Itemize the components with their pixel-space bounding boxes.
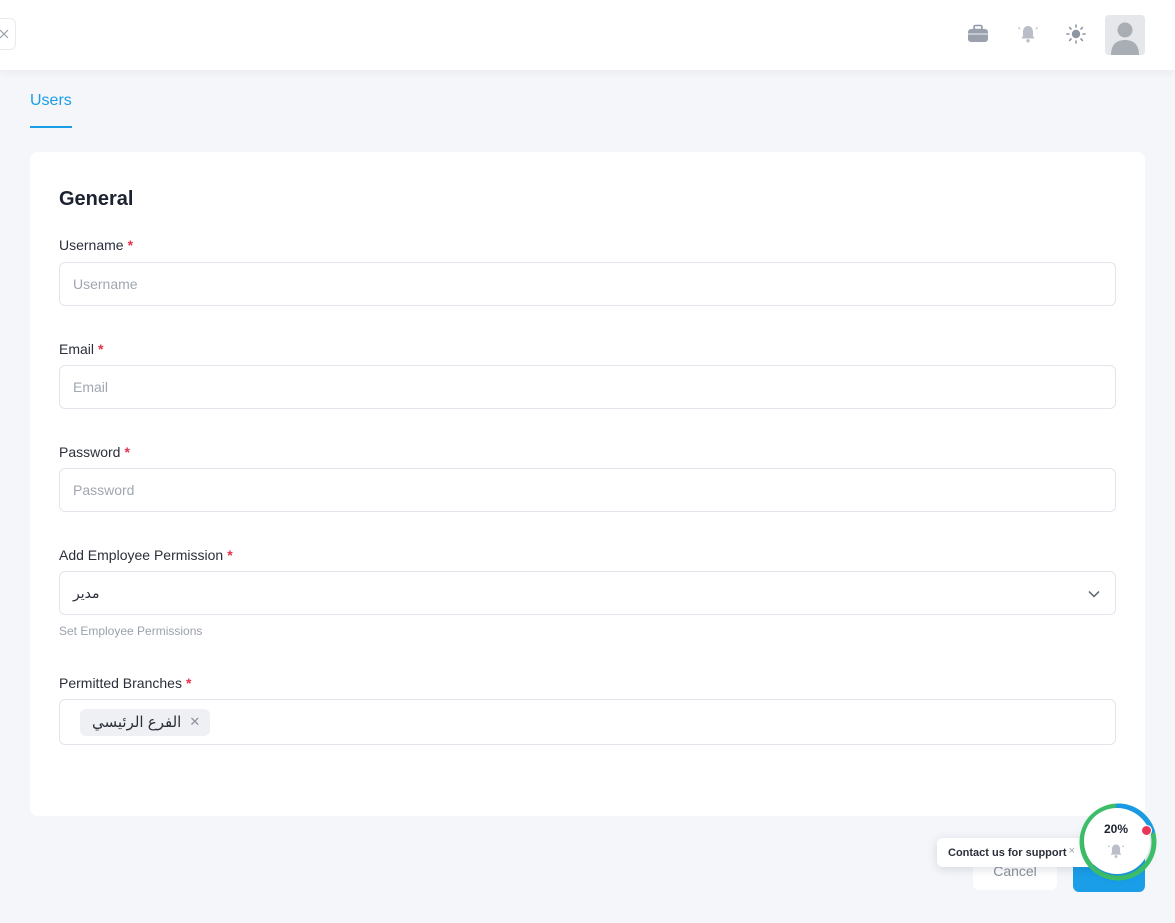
- chevron-down-icon: [1088, 590, 1100, 598]
- branch-chip-label: الفرع الرئيسي: [92, 714, 182, 731]
- tab-users-label: Users: [30, 92, 72, 109]
- email-label: Email *: [59, 341, 103, 357]
- password-label-text: Password: [59, 444, 121, 460]
- password-input[interactable]: [59, 468, 1116, 512]
- support-tooltip[interactable]: Contact us for support ×: [937, 838, 1095, 867]
- branches-multiselect[interactable]: الفرع الرئيسي ✕: [59, 699, 1116, 745]
- support-close-icon[interactable]: ×: [1069, 845, 1075, 857]
- avatar[interactable]: [1105, 15, 1145, 55]
- notification-dot: [1141, 825, 1152, 836]
- bell-icon[interactable]: [1016, 22, 1040, 46]
- form-card: General Username* Email* Password* Add E…: [30, 152, 1145, 816]
- branches-label: Permitted Branches *: [59, 675, 191, 691]
- user-avatar-icon: [1105, 15, 1145, 55]
- bell-icon: [1107, 844, 1125, 858]
- username-label: Username *: [59, 237, 133, 253]
- support-progress-label: 20%: [1103, 822, 1129, 836]
- permission-selected-value: مدير: [73, 584, 100, 601]
- briefcase-icon[interactable]: [966, 22, 990, 46]
- section-title: General: [59, 188, 134, 210]
- close-icon: [0, 29, 9, 39]
- permission-hint: Set Employee Permissions: [59, 624, 203, 638]
- required-mark: *: [127, 237, 134, 253]
- permission-label-text: Add Employee Permission: [59, 547, 224, 563]
- permission-select[interactable]: مدير: [59, 571, 1116, 615]
- username-input[interactable]: [59, 262, 1116, 306]
- required-mark: *: [124, 444, 130, 460]
- sun-icon[interactable]: [1064, 22, 1088, 46]
- branches-label-text: Permitted Branches: [59, 675, 182, 691]
- branch-chip: الفرع الرئيسي ✕: [80, 708, 211, 736]
- tab-users[interactable]: Users: [30, 90, 72, 128]
- username-label-text: Username: [59, 237, 124, 253]
- permission-label: Add Employee Permission *: [59, 547, 233, 563]
- support-button[interactable]: [1084, 808, 1150, 874]
- support-tooltip-text: Contact us for support: [948, 846, 1067, 859]
- password-label: Password *: [59, 444, 130, 460]
- chip-remove-icon[interactable]: ✕: [189, 714, 200, 730]
- required-mark: *: [185, 675, 192, 691]
- sidebar-toggle-button[interactable]: [0, 18, 16, 50]
- required-mark: *: [227, 547, 233, 563]
- email-label-text: Email: [59, 341, 95, 357]
- required-mark: *: [98, 341, 104, 357]
- email-input[interactable]: [59, 365, 1116, 409]
- top-bar: [0, 0, 1175, 70]
